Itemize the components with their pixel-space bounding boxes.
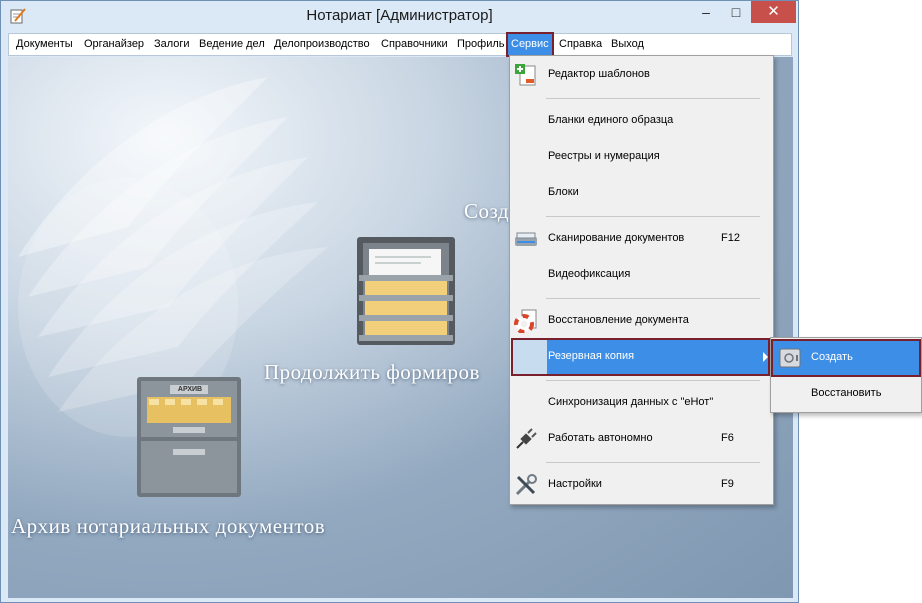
template-editor-icon (515, 64, 536, 86)
minimize-button[interactable]: – (691, 1, 721, 23)
menu-item-video[interactable]: Видеофиксация (510, 263, 773, 287)
menu-paperwork[interactable]: Делопроизводство (274, 38, 370, 50)
menu-item-icon-area (513, 340, 547, 374)
archive-cabinet-icon[interactable] (135, 375, 245, 500)
tools-icon (515, 474, 537, 496)
menu-separator (546, 298, 760, 299)
menu-pledges[interactable]: Залоги (154, 38, 190, 50)
document-tray-icon[interactable] (351, 229, 461, 349)
menu-separator (546, 380, 760, 381)
menu-organizer[interactable]: Органайзер (84, 38, 144, 50)
menu-item-shortcut: F9 (721, 478, 734, 490)
menu-item-backup[interactable]: Резервная копия (511, 338, 770, 376)
menu-item-label: Редактор шаблонов (548, 68, 650, 80)
menu-item-scan[interactable]: Сканирование документов F12 (510, 227, 773, 251)
menu-profile[interactable]: Профиль (457, 38, 505, 50)
window-title: Нотариат [Администратор] (306, 7, 493, 24)
menu-item-sync-enot[interactable]: Синхронизация данных с "еНот" (510, 391, 773, 415)
menu-item-label: Видеофиксация (548, 268, 631, 280)
continue-caption[interactable]: Продолжить формиров (264, 360, 480, 385)
title-bar: Нотариат [Администратор] – □ ✕ (1, 1, 798, 32)
safe-icon (779, 348, 801, 368)
menu-item-shortcut: F12 (721, 232, 740, 244)
menu-item-blocks[interactable]: Блоки (510, 181, 773, 205)
menu-item-label: Бланки единого образца (548, 114, 674, 126)
plug-icon (516, 428, 537, 449)
menu-item-label: Блоки (548, 186, 579, 198)
scanner-icon (515, 232, 537, 246)
cabinet-label: АРХИВ (177, 386, 203, 393)
maximize-button[interactable]: □ (721, 1, 751, 23)
menu-exit[interactable]: Выход (611, 38, 644, 50)
backup-submenu: Создать Восстановить (770, 337, 922, 413)
service-dropdown: Редактор шаблонов Бланки единого образца… (509, 55, 774, 505)
menu-item-template-editor[interactable]: Редактор шаблонов (510, 63, 773, 87)
submenu-item-create[interactable]: Создать (771, 339, 921, 377)
submenu-arrow-icon (763, 352, 768, 362)
submenu-item-restore[interactable]: Восстановить (773, 377, 919, 411)
menu-item-label: Резервная копия (548, 350, 635, 362)
menu-bar: Документы Органайзер Залоги Ведение дел … (8, 32, 792, 57)
menu-documents[interactable]: Документы (16, 38, 73, 50)
menu-separator (546, 216, 760, 217)
menu-item-registers[interactable]: Реестры и нумерация (510, 145, 773, 169)
menu-references[interactable]: Справочники (381, 38, 448, 50)
menu-service[interactable]: Сервис (506, 32, 554, 57)
menu-help[interactable]: Справка (559, 38, 602, 50)
menu-item-label: Настройки (548, 478, 602, 490)
menu-item-label: Сканирование документов (548, 232, 685, 244)
close-button[interactable]: ✕ (751, 1, 796, 23)
menu-separator (546, 98, 760, 99)
menu-item-label: Реестры и нумерация (548, 150, 660, 162)
menu-item-forms[interactable]: Бланки единого образца (510, 109, 773, 133)
menu-item-label: Восстановление документа (548, 314, 689, 326)
archive-caption[interactable]: Архив нотариальных документов (11, 514, 325, 539)
menu-item-offline[interactable]: Работать автономно F6 (510, 427, 773, 451)
menu-item-label: Работать автономно (548, 432, 653, 444)
menu-cases[interactable]: Ведение дел (199, 38, 265, 50)
submenu-item-label: Создать (811, 351, 853, 363)
menu-item-settings[interactable]: Настройки F9 (510, 473, 773, 497)
submenu-item-label: Восстановить (811, 387, 882, 399)
lifebuoy-icon (514, 309, 537, 333)
menu-separator (546, 462, 760, 463)
menu-item-shortcut: F6 (721, 432, 734, 444)
create-caption[interactable]: Созд (464, 199, 509, 224)
menu-item-label: Синхронизация данных с "еНот" (548, 396, 714, 408)
menu-item-restore-document[interactable]: Восстановление документа (510, 309, 773, 333)
